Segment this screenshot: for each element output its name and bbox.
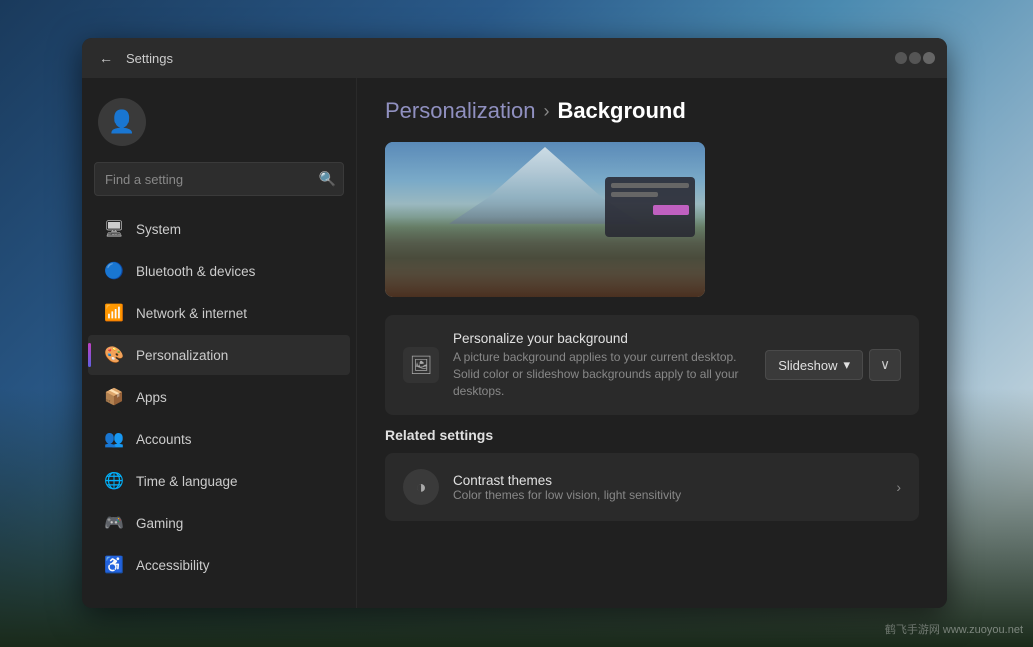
close-button[interactable]: [923, 52, 935, 64]
settings-window: ← Settings 👤 🔍 🖥 Syst: [82, 38, 947, 608]
background-icon: 🖼: [403, 347, 439, 383]
accounts-icon: 👥: [104, 429, 124, 449]
minimize-button[interactable]: [895, 52, 907, 64]
sidebar-item-bluetooth[interactable]: 🔵 Bluetooth & devices: [88, 251, 350, 291]
search-box: 🔍: [94, 162, 344, 196]
sidebar-item-label: Network & internet: [136, 306, 247, 321]
preview-frame: [385, 142, 705, 297]
sidebar-item-network[interactable]: 📶 Network & internet: [88, 293, 350, 333]
window-controls: [895, 52, 935, 64]
related-chevron-icon: ›: [896, 479, 901, 495]
bluetooth-icon: 🔵: [104, 261, 124, 281]
preview-dialog: [605, 177, 695, 237]
system-icon: 🖥: [104, 219, 124, 239]
personalization-icon: 🎨: [104, 345, 124, 365]
sidebar-item-apps[interactable]: 📦 Apps: [88, 377, 350, 417]
window-title: Settings: [126, 51, 173, 66]
time-icon: 🌐: [104, 471, 124, 491]
contrast-themes-icon: ◑: [403, 469, 439, 505]
slideshow-dropdown[interactable]: Slideshow ▾: [765, 350, 863, 380]
slideshow-label: Slideshow: [778, 358, 837, 373]
related-card-text: Contrast themes Color themes for low vis…: [453, 473, 882, 502]
sidebar-item-personalization[interactable]: 🎨 Personalization: [88, 335, 350, 375]
sidebar-item-label: Time & language: [136, 474, 238, 489]
personalize-card-text: Personalize your background A picture ba…: [453, 331, 751, 399]
sidebar-item-label: Accessibility: [136, 558, 210, 573]
sidebar-item-label: Personalization: [136, 348, 228, 363]
expand-button[interactable]: ∨: [869, 349, 901, 381]
user-profile: 👤: [82, 90, 356, 162]
dropdown-arrow-icon: ▾: [843, 357, 850, 373]
personalize-card-title: Personalize your background: [453, 331, 751, 346]
search-icon: 🔍: [319, 171, 336, 188]
back-button[interactable]: ←: [94, 46, 118, 70]
search-input[interactable]: [94, 162, 344, 196]
personalize-card-desc: A picture background applies to your cur…: [453, 349, 751, 399]
breadcrumb-current: Background: [557, 98, 685, 124]
personalize-card-row: 🖼 Personalize your background A picture …: [403, 331, 901, 399]
related-settings-label: Related settings: [385, 427, 919, 443]
expand-icon: ∨: [880, 357, 890, 373]
breadcrumb: Personalization › Background: [385, 98, 919, 124]
maximize-button[interactable]: [909, 52, 921, 64]
breadcrumb-parent[interactable]: Personalization: [385, 98, 535, 124]
background-type-control: Slideshow ▾ ∨: [765, 349, 901, 381]
network-icon: 📶: [104, 303, 124, 323]
title-bar: ← Settings: [82, 38, 947, 78]
apps-icon: 📦: [104, 387, 124, 407]
contrast-themes-card[interactable]: ◑ Contrast themes Color themes for low v…: [385, 453, 919, 521]
sidebar-item-label: Accounts: [136, 432, 192, 447]
contrast-themes-desc: Color themes for low vision, light sensi…: [453, 488, 882, 502]
watermark: 鹤飞手游网 www.zuoyou.net: [885, 621, 1023, 637]
sidebar: 👤 🔍 🖥 System 🔵 Bluetooth & devices 📶 Net…: [82, 78, 357, 608]
breadcrumb-separator: ›: [543, 101, 549, 122]
preview-container: [385, 142, 919, 297]
sidebar-item-label: Apps: [136, 390, 167, 405]
settings-body: 👤 🔍 🖥 System 🔵 Bluetooth & devices 📶 Net…: [82, 78, 947, 608]
sidebar-item-system[interactable]: 🖥 System: [88, 209, 350, 249]
preview-dialog-line1: [611, 183, 689, 188]
sidebar-item-gaming[interactable]: 🎮 Gaming: [88, 503, 350, 543]
main-content: Personalization › Background: [357, 78, 947, 608]
preview-dialog-line2: [611, 192, 658, 197]
sidebar-item-accessibility[interactable]: ♿ Accessibility: [88, 545, 350, 585]
sidebar-item-label: Bluetooth & devices: [136, 264, 255, 279]
gaming-icon: 🎮: [104, 513, 124, 533]
sidebar-item-time[interactable]: 🌐 Time & language: [88, 461, 350, 501]
accessibility-icon: ♿: [104, 555, 124, 575]
personalize-card: 🖼 Personalize your background A picture …: [385, 315, 919, 415]
sidebar-item-accounts[interactable]: 👥 Accounts: [88, 419, 350, 459]
contrast-themes-title: Contrast themes: [453, 473, 882, 488]
avatar: 👤: [98, 98, 146, 146]
preview-dialog-button: [653, 205, 689, 215]
sidebar-item-label: System: [136, 222, 181, 237]
sidebar-item-label: Gaming: [136, 516, 183, 531]
